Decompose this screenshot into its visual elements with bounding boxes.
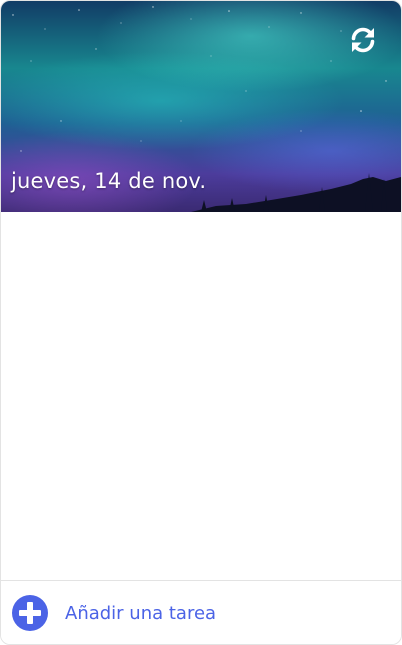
- refresh-button[interactable]: [343, 21, 383, 59]
- date-heading: jueves, 14 de nov.: [11, 169, 207, 193]
- task-list: [1, 212, 401, 580]
- header-banner: jueves, 14 de nov.: [1, 1, 401, 212]
- refresh-icon: [351, 27, 375, 53]
- add-task-label: Añadir una tarea: [65, 602, 217, 624]
- todo-widget: jueves, 14 de nov. Añadir una tarea: [0, 0, 402, 645]
- plus-circle-icon: [12, 595, 48, 631]
- add-task-button[interactable]: Añadir una tarea: [11, 594, 216, 632]
- footer-bar: Añadir una tarea: [1, 580, 401, 644]
